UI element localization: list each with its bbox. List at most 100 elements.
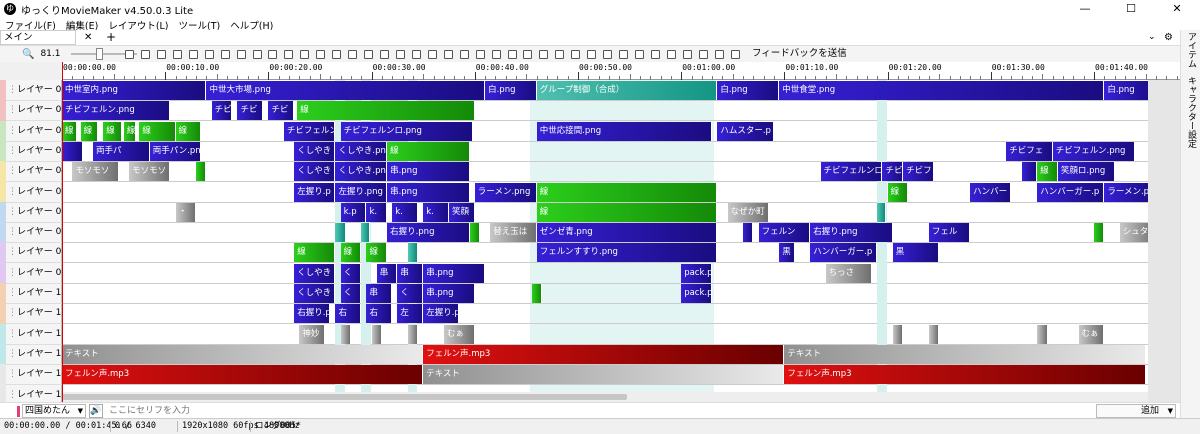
layer-header[interactable]: ⋮ レイヤー 08 (0, 242, 67, 264)
voice-icon[interactable]: 🔊 (89, 404, 103, 418)
timeline-clip[interactable] (335, 223, 346, 243)
timeline-clip[interactable]: 右 (366, 304, 393, 324)
timeline-clip[interactable]: くしやき (294, 162, 336, 182)
timeline-clip[interactable]: 線 (297, 101, 475, 121)
add-button[interactable]: 追加 ▼ (1096, 404, 1176, 418)
timeline-clip[interactable]: 両手パ (92, 141, 150, 161)
drag-handle-icon[interactable]: ⋮ (8, 182, 17, 202)
timeline-grid[interactable]: 中世室内.png 中世大市場.png 白.png グループ制御（合成） 白.png 中世食… (62, 80, 1156, 402)
feedback-icon[interactable] (730, 49, 740, 59)
layer-header[interactable]: ⋮ レイヤー 15 (0, 384, 67, 403)
close-button[interactable]: ✕ (1154, 0, 1200, 18)
side-tab-items[interactable]: アイテム (1185, 32, 1198, 68)
timeline-clip[interactable]: 右握り.p (294, 304, 331, 324)
timeline-clip[interactable]: フェル (928, 223, 971, 243)
drag-handle-icon[interactable]: ⋮ (8, 80, 17, 100)
timeline-clip[interactable] (1037, 324, 1048, 344)
layer-header[interactable]: ⋮ レイヤー 03 (0, 140, 67, 162)
timeline-clip[interactable]: フェルン声.mp3 (62, 365, 424, 385)
layer-row[interactable] (62, 141, 1148, 162)
timeline-clip[interactable]: 串.png (423, 284, 475, 303)
audio-icon[interactable] (188, 49, 198, 59)
timeline-clip[interactable]: ハンバーガー.p (1037, 182, 1105, 202)
timeline-clip[interactable]: ちっさ (825, 263, 873, 283)
video-icon[interactable] (172, 49, 182, 59)
move-left-icon[interactable] (523, 49, 533, 59)
split-icon[interactable] (443, 49, 453, 59)
timeline-clip[interactable] (62, 141, 83, 161)
delete-icon[interactable] (507, 49, 517, 59)
drag-handle-icon[interactable]: ⋮ (8, 121, 17, 141)
drag-handle-icon[interactable]: ⋮ (8, 242, 17, 262)
timeline-clip[interactable]: むぁ (443, 324, 475, 344)
timeline-clip[interactable]: 線 (366, 243, 388, 263)
timeline-clip[interactable]: pack.p (681, 263, 713, 283)
timeline-clip[interactable]: 中世応接間.png (536, 121, 713, 141)
timeline-clip[interactable]: くしやき.pn (335, 162, 388, 182)
timeline-clip[interactable]: く (340, 284, 362, 303)
drag-handle-icon[interactable]: ⋮ (8, 202, 17, 222)
layer-header[interactable]: ⋮ レイヤー 09 (0, 262, 67, 284)
timeline-clip[interactable]: フェルン声.mp3 (423, 344, 785, 364)
chevron-down-icon[interactable]: ▼ (1168, 405, 1173, 417)
timeline-clip[interactable]: チビフェルン.png (62, 101, 171, 121)
timeline-clip[interactable]: チビフ (903, 162, 935, 182)
timeline-clip[interactable]: ハンバー (970, 182, 1012, 202)
timeline-clip[interactable]: むぁ (1078, 324, 1105, 344)
timeline-clip[interactable]: 線 (340, 243, 362, 263)
scrollbar-thumb[interactable] (62, 394, 627, 400)
minimize-button[interactable]: — (1062, 0, 1108, 18)
face-icon[interactable] (220, 49, 230, 59)
timeline-clip[interactable]: k. (366, 202, 388, 222)
layer-row[interactable] (62, 303, 1148, 325)
timeline-clip[interactable] (371, 324, 382, 344)
clock-icon[interactable] (316, 49, 326, 59)
timeline-clip[interactable]: なぜか町 (727, 202, 769, 222)
drag-handle-icon[interactable]: ⋮ (8, 344, 17, 364)
timeline-clip[interactable]: 串 (366, 284, 393, 303)
timeline-clip[interactable] (407, 324, 419, 344)
layer-header[interactable]: ⋮ レイヤー 12 (0, 323, 67, 345)
image-icon[interactable] (156, 49, 166, 59)
add-icon[interactable] (236, 49, 246, 59)
timeline-clip[interactable]: く (397, 284, 424, 303)
camera-icon[interactable] (698, 49, 708, 59)
feedback-button[interactable]: フィードバックを送信 (752, 47, 847, 61)
timeline-clip[interactable] (1094, 223, 1105, 243)
timeline-clip[interactable]: 神妙 (299, 324, 326, 344)
side-tab-character-settings[interactable]: キャラクター設定 (1185, 76, 1198, 148)
timeline-clip[interactable]: ハムスター.p (717, 121, 775, 141)
time-ruler[interactable]: 00:00:00.00 00:00:10.00 00:00:20.00 00:00:3… (62, 62, 1180, 80)
timeline-clip[interactable]: チビ (237, 101, 264, 121)
timeline-clip[interactable]: モソモソ (72, 162, 119, 182)
timeline-clip[interactable]: 串.png (387, 182, 470, 202)
export-icon[interactable] (650, 49, 660, 59)
layer-header[interactable]: ⋮ レイヤー 10 (0, 283, 67, 304)
drag-handle-icon[interactable]: ⋮ (8, 385, 17, 403)
timeline-clip[interactable]: くしやき (294, 284, 336, 303)
timeline-clip[interactable]: 左握り.png (335, 182, 388, 202)
playhead-cursor[interactable] (62, 62, 63, 402)
timeline-clip[interactable]: 白.png (485, 81, 537, 100)
timeline-clip[interactable]: 右 (335, 304, 362, 324)
timeline-clip[interactable]: 右握り.png (810, 223, 893, 243)
timeline-clip[interactable] (892, 324, 904, 344)
move-right-icon[interactable] (539, 49, 549, 59)
timeline-clip[interactable]: 線 (536, 182, 718, 202)
add-tab-button[interactable]: + (106, 30, 116, 45)
stack-icon[interactable] (714, 49, 724, 59)
horizontal-scrollbar[interactable] (62, 392, 1148, 402)
drag-handle-icon[interactable]: ⋮ (8, 222, 17, 242)
timeline-clip[interactable]: ハンバーガー.p (810, 243, 878, 263)
timeline-clip[interactable]: 線 (62, 121, 78, 141)
drag-handle-icon[interactable]: ⋮ (8, 324, 17, 344)
layer-header[interactable]: ⋮ レイヤー 06 (0, 201, 67, 223)
timeline-clip[interactable]: 線 (139, 121, 176, 141)
timeline-clip[interactable]: pack.p (681, 284, 713, 303)
timeline-clip[interactable] (361, 223, 370, 243)
timeline-clip[interactable]: チビ (882, 162, 904, 182)
timeline-clip[interactable]: 黒 (892, 243, 940, 263)
timeline-clip[interactable]: 串 (376, 263, 398, 283)
copy-icon[interactable] (380, 49, 389, 59)
layer-row[interactable] (62, 324, 1148, 345)
